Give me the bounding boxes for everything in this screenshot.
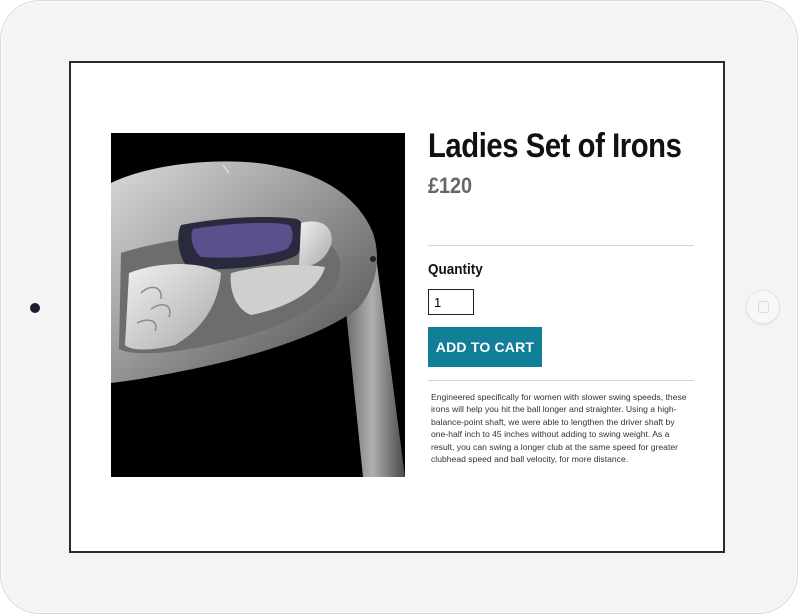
quantity-input[interactable] bbox=[428, 289, 474, 315]
product-price: £120 bbox=[428, 173, 473, 198]
home-button[interactable] bbox=[746, 290, 780, 324]
camera-dot bbox=[30, 303, 40, 313]
add-to-cart-button[interactable]: ADD TO CART bbox=[428, 327, 542, 367]
home-button-icon bbox=[758, 301, 769, 313]
divider bbox=[428, 380, 694, 381]
product-description: Engineered specifically for women with s… bbox=[431, 392, 687, 465]
product-title: Ladies Set of Irons bbox=[428, 127, 682, 165]
screen: Ladies Set of Irons £120 Quantity ADD TO… bbox=[69, 61, 725, 553]
golf-iron-image bbox=[111, 133, 405, 477]
product-details: Ladies Set of Irons £120 Quantity ADD TO… bbox=[428, 127, 694, 464]
quantity-label: Quantity bbox=[428, 261, 483, 278]
product-image bbox=[111, 133, 405, 477]
divider bbox=[428, 245, 694, 246]
tablet-frame: Ladies Set of Irons £120 Quantity ADD TO… bbox=[0, 0, 798, 614]
